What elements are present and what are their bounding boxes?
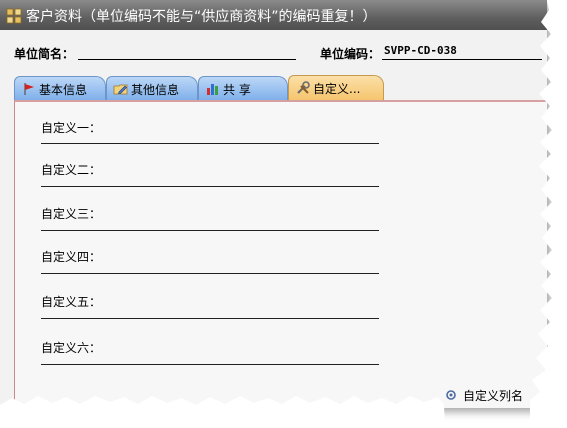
- tab-basic-info-label: 基本信息: [39, 83, 88, 97]
- tab-other-info[interactable]: 其他信息: [106, 76, 198, 100]
- settings-icon: [446, 390, 456, 400]
- short-name-label: 单位简名：: [14, 47, 75, 61]
- tab-share-label: 共 享: [223, 83, 251, 97]
- tab-share[interactable]: 共 享: [198, 76, 288, 100]
- code-field[interactable]: SVPP-CD-038: [382, 44, 542, 60]
- custom-field-6-input[interactable]: [41, 364, 379, 365]
- bar-chart-icon: [207, 84, 218, 95]
- app-icon: [6, 8, 22, 24]
- tools-icon: [297, 81, 310, 94]
- code-value: SVPP-CD-038: [384, 44, 457, 57]
- custom-field-4-label: 自定义四：: [41, 250, 102, 264]
- header-fields: 单位简名： 单位编码： SVPP-CD-038: [0, 30, 547, 70]
- custom-field-5-input[interactable]: [41, 318, 379, 319]
- window-title: 客户资料（单位编码不能与“供应商资料”的编码重复！）: [26, 9, 377, 25]
- short-name-field[interactable]: [78, 59, 296, 60]
- tab-custom-label: 自定义...: [313, 82, 361, 96]
- custom-field-1-label: 自定义一：: [41, 121, 102, 135]
- custom-field-2-label: 自定义二：: [41, 163, 102, 177]
- custom-field-2-input[interactable]: [41, 186, 379, 187]
- tab-strip: 基本信息 其他信息 共 享 自定义...: [14, 75, 534, 102]
- rename-columns-label: 自定义列名: [463, 389, 524, 403]
- code-label: 单位编码：: [320, 47, 381, 61]
- custom-field-3-input[interactable]: [41, 230, 379, 231]
- custom-field-5-label: 自定义五：: [41, 295, 102, 309]
- folder-edit-icon: [113, 84, 128, 95]
- custom-field-1-input[interactable]: [41, 143, 379, 144]
- custom-field-4-input[interactable]: [41, 273, 379, 274]
- custom-field-3-label: 自定义三：: [41, 207, 102, 221]
- flag-icon: [24, 83, 34, 95]
- tab-basic-info[interactable]: 基本信息: [14, 76, 106, 100]
- tab-other-info-label: 其他信息: [131, 83, 180, 97]
- tab-custom[interactable]: 自定义...: [288, 75, 384, 101]
- custom-fields-panel: 自定义一： 自定义二： 自定义三： 自定义四： 自定义五： 自定义六：: [14, 100, 547, 408]
- customer-info-window: 客户资料（单位编码不能与“供应商资料”的编码重复！） 单位简名： 单位编码： S…: [0, 0, 547, 408]
- title-bar: 客户资料（单位编码不能与“供应商资料”的编码重复！）: [0, 0, 547, 30]
- custom-field-6-label: 自定义六：: [41, 341, 102, 355]
